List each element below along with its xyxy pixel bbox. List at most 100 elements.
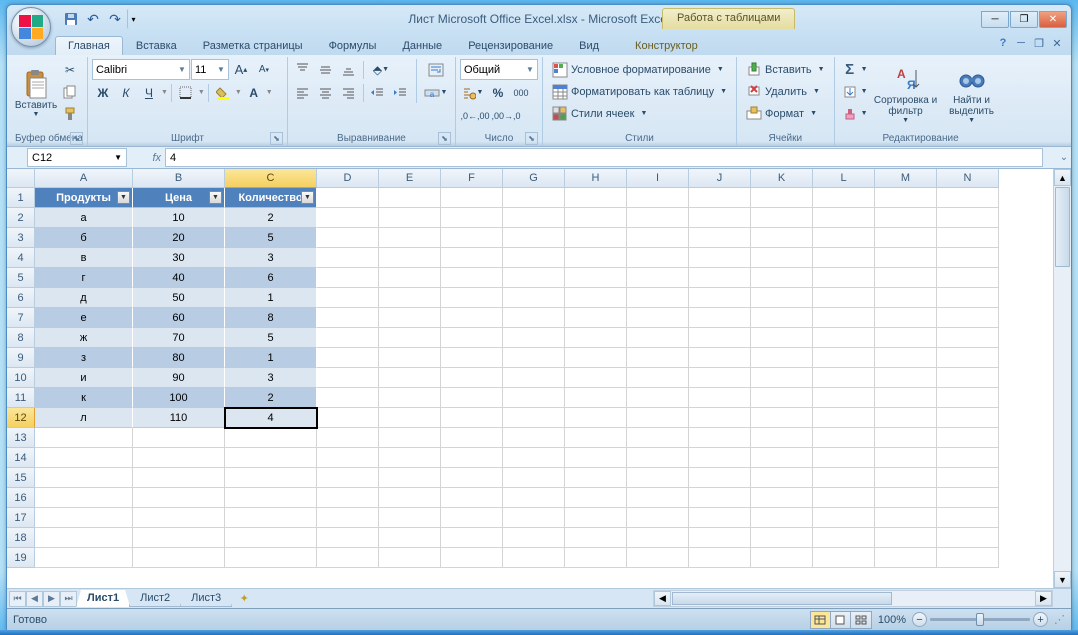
cell-H3[interactable]: [565, 228, 627, 248]
cell-L11[interactable]: [813, 388, 875, 408]
cell-H8[interactable]: [565, 328, 627, 348]
cell-B11[interactable]: 100: [133, 388, 225, 408]
cell-J3[interactable]: [689, 228, 751, 248]
cell-J11[interactable]: [689, 388, 751, 408]
copy-button[interactable]: [59, 81, 81, 102]
cell-H18[interactable]: [565, 528, 627, 548]
cell-D7[interactable]: [317, 308, 379, 328]
cell-D4[interactable]: [317, 248, 379, 268]
cell-D5[interactable]: [317, 268, 379, 288]
cell-N14[interactable]: [937, 448, 999, 468]
cell-J17[interactable]: [689, 508, 751, 528]
cell-H7[interactable]: [565, 308, 627, 328]
cell-I10[interactable]: [627, 368, 689, 388]
cell-A2[interactable]: а: [35, 208, 133, 228]
cell-I17[interactable]: [627, 508, 689, 528]
col-header-B[interactable]: B: [133, 169, 225, 188]
cell-N9[interactable]: [937, 348, 999, 368]
cell-N8[interactable]: [937, 328, 999, 348]
cell-B7[interactable]: 60: [133, 308, 225, 328]
increase-decimal[interactable]: ,0←,00: [460, 105, 490, 126]
fill-color-button[interactable]: [212, 82, 234, 103]
cell-B1[interactable]: Цена▼: [133, 188, 225, 208]
cell-K4[interactable]: [751, 248, 813, 268]
cell-F9[interactable]: [441, 348, 503, 368]
cell-E15[interactable]: [379, 468, 441, 488]
cell-C9[interactable]: 1: [225, 348, 317, 368]
shrink-font-button[interactable]: A▾: [253, 59, 275, 80]
cell-C3[interactable]: 5: [225, 228, 317, 248]
cell-A19[interactable]: [35, 548, 133, 568]
scroll-left[interactable]: ◀: [654, 591, 671, 606]
cell-M6[interactable]: [875, 288, 937, 308]
cell-H2[interactable]: [565, 208, 627, 228]
cell-K19[interactable]: [751, 548, 813, 568]
cell-J18[interactable]: [689, 528, 751, 548]
cell-E1[interactable]: [379, 188, 441, 208]
cell-N15[interactable]: [937, 468, 999, 488]
cell-M3[interactable]: [875, 228, 937, 248]
cell-I15[interactable]: [627, 468, 689, 488]
cell-L6[interactable]: [813, 288, 875, 308]
tab-Вид[interactable]: Вид: [566, 36, 612, 55]
cell-A4[interactable]: в: [35, 248, 133, 268]
cell-F14[interactable]: [441, 448, 503, 468]
row-header-15[interactable]: 15: [7, 468, 35, 488]
col-header-M[interactable]: M: [875, 169, 937, 188]
sheet-nav-first[interactable]: ⏮: [9, 591, 26, 607]
borders-more[interactable]: ▼: [198, 89, 205, 96]
cell-J6[interactable]: [689, 288, 751, 308]
mdi-close[interactable]: ✕: [1049, 35, 1065, 51]
decrease-indent[interactable]: [367, 82, 389, 103]
cell-M19[interactable]: [875, 548, 937, 568]
cell-H19[interactable]: [565, 548, 627, 568]
cell-B9[interactable]: 80: [133, 348, 225, 368]
horizontal-scrollbar[interactable]: ◀ ▶: [653, 590, 1053, 607]
cell-N13[interactable]: [937, 428, 999, 448]
find-select-button[interactable]: Найти и выделить▼: [941, 59, 1003, 127]
cell-K1[interactable]: [751, 188, 813, 208]
row-header-14[interactable]: 14: [7, 448, 35, 468]
cell-L2[interactable]: [813, 208, 875, 228]
cell-D3[interactable]: [317, 228, 379, 248]
cell-A3[interactable]: б: [35, 228, 133, 248]
cell-E17[interactable]: [379, 508, 441, 528]
row-header-2[interactable]: 2: [7, 208, 35, 228]
cell-E16[interactable]: [379, 488, 441, 508]
cell-N16[interactable]: [937, 488, 999, 508]
cell-G19[interactable]: [503, 548, 565, 568]
cell-H6[interactable]: [565, 288, 627, 308]
new-sheet-button[interactable]: ✦: [234, 591, 254, 607]
select-all-corner[interactable]: [7, 169, 35, 188]
cell-G10[interactable]: [503, 368, 565, 388]
cell-F18[interactable]: [441, 528, 503, 548]
cell-F15[interactable]: [441, 468, 503, 488]
font-name-combo[interactable]: Calibri▼: [92, 59, 190, 80]
col-header-A[interactable]: A: [35, 169, 133, 188]
cell-B14[interactable]: [133, 448, 225, 468]
wrap-text-button[interactable]: [421, 59, 451, 80]
cell-C16[interactable]: [225, 488, 317, 508]
col-header-G[interactable]: G: [503, 169, 565, 188]
cell-M7[interactable]: [875, 308, 937, 328]
cell-C15[interactable]: [225, 468, 317, 488]
cell-D11[interactable]: [317, 388, 379, 408]
cell-C13[interactable]: [225, 428, 317, 448]
cell-D9[interactable]: [317, 348, 379, 368]
cell-G18[interactable]: [503, 528, 565, 548]
cell-K13[interactable]: [751, 428, 813, 448]
scroll-down[interactable]: ▼: [1054, 571, 1071, 588]
align-middle[interactable]: [315, 59, 337, 80]
cell-E12[interactable]: [379, 408, 441, 428]
cell-L15[interactable]: [813, 468, 875, 488]
cell-G5[interactable]: [503, 268, 565, 288]
row-header-4[interactable]: 4: [7, 248, 35, 268]
borders-button[interactable]: [175, 82, 197, 103]
col-header-D[interactable]: D: [317, 169, 379, 188]
cell-C8[interactable]: 5: [225, 328, 317, 348]
cell-B13[interactable]: [133, 428, 225, 448]
cell-A7[interactable]: е: [35, 308, 133, 328]
help-icon[interactable]: ?: [995, 35, 1011, 51]
font-color-button[interactable]: A: [243, 82, 265, 103]
cell-M9[interactable]: [875, 348, 937, 368]
